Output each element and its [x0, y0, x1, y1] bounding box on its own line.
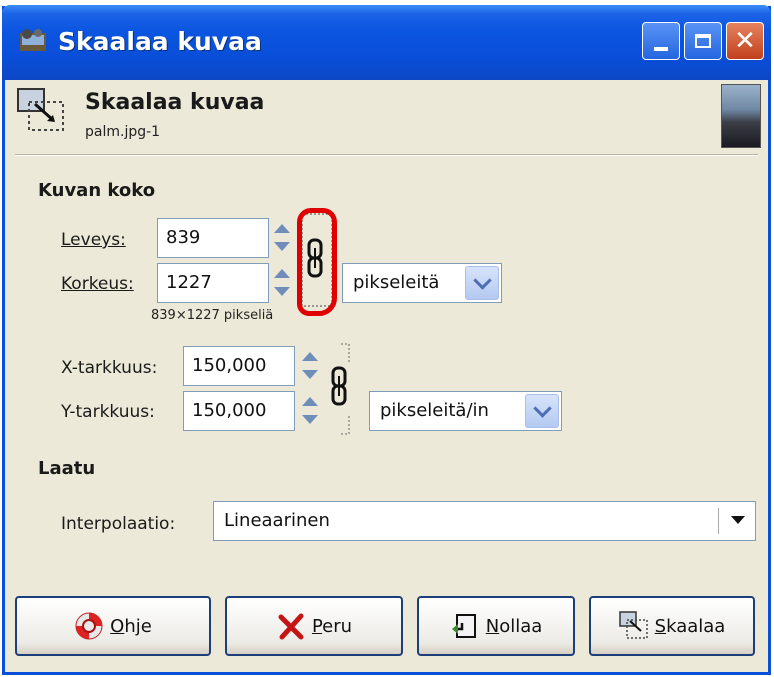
size-unit-value: pikseleitä	[353, 272, 440, 293]
image-size-heading: Kuvan koko	[38, 180, 156, 201]
title-bar[interactable]: Skaalaa kuvaa ✕	[2, 5, 771, 80]
close-button[interactable]: ✕	[726, 22, 764, 60]
resolution-unit-dropdown-button[interactable]	[525, 394, 559, 428]
help-button[interactable]: Ohje	[15, 596, 211, 656]
resolution-chain-link-icon[interactable]	[327, 342, 353, 436]
interpolation-select[interactable]: Lineaarinen	[213, 501, 756, 541]
size-unit-dropdown-button[interactable]	[465, 266, 499, 300]
header-subtitle: palm.jpg-1	[85, 124, 161, 140]
resolution-unit-value: pikseleitä/in	[380, 400, 489, 421]
x-resolution-spinner[interactable]	[299, 346, 321, 386]
window-title: Skaalaa kuvaa	[58, 27, 262, 56]
y-resolution-input[interactable]: 150,000	[183, 391, 295, 431]
scale-image-dialog: Skaalaa kuvaa ✕ Skaalaa kuvaa palm.jpg-1…	[2, 5, 771, 675]
size-summary: 839×1227 pikseliä	[151, 308, 274, 323]
cancel-button[interactable]: Peru	[225, 596, 403, 656]
resolution-unit-select[interactable]: pikseleitä/in	[369, 391, 562, 431]
cancel-button-label: Peru	[311, 615, 353, 637]
chevron-down-icon	[472, 270, 492, 290]
cancel-x-icon	[278, 613, 304, 640]
scale-tool-icon	[17, 88, 64, 131]
red-highlight-annotation	[297, 208, 337, 316]
y-resolution-label: Y-tarkkuus:	[61, 402, 155, 422]
height-label: Korkeus:	[61, 274, 134, 294]
header-title: Skaalaa kuvaa	[85, 90, 265, 115]
minimize-button[interactable]	[642, 22, 680, 60]
gimp-app-icon	[20, 29, 46, 51]
scale-button-label: Skaalaa	[654, 615, 726, 637]
height-input[interactable]: 1227	[157, 263, 269, 303]
scale-button[interactable]: Skaalaa	[589, 596, 755, 656]
minimize-icon	[654, 47, 668, 51]
close-icon: ✕	[734, 26, 756, 56]
width-label: Leveys:	[61, 230, 126, 250]
height-spinner[interactable]	[271, 263, 293, 303]
x-resolution-label: X-tarkkuus:	[61, 358, 158, 378]
reset-button-label: Nollaa	[485, 615, 543, 637]
lifebuoy-icon	[75, 612, 103, 640]
reset-icon	[451, 614, 476, 638]
y-resolution-spinner[interactable]	[299, 391, 321, 431]
header-separator	[15, 154, 758, 156]
dropdown-arrow-icon[interactable]	[731, 516, 745, 524]
interpolation-label: Interpolaatio:	[61, 514, 176, 534]
scale-tool-icon	[618, 611, 648, 639]
chevron-down-icon	[532, 398, 552, 418]
maximize-button[interactable]	[684, 22, 722, 60]
help-button-label: Ohje	[110, 615, 152, 637]
image-thumbnail	[721, 84, 761, 148]
x-resolution-input[interactable]: 150,000	[183, 346, 295, 386]
width-input[interactable]: 839	[157, 218, 269, 258]
quality-heading: Laatu	[38, 458, 96, 479]
maximize-icon	[695, 34, 711, 48]
interpolation-value: Lineaarinen	[224, 510, 330, 531]
width-spinner[interactable]	[271, 218, 293, 258]
dialog-header: Skaalaa kuvaa palm.jpg-1	[5, 80, 768, 150]
size-unit-select[interactable]: pikseleitä	[342, 263, 502, 303]
reset-button[interactable]: Nollaa	[417, 596, 575, 656]
combo-divider	[718, 508, 719, 534]
